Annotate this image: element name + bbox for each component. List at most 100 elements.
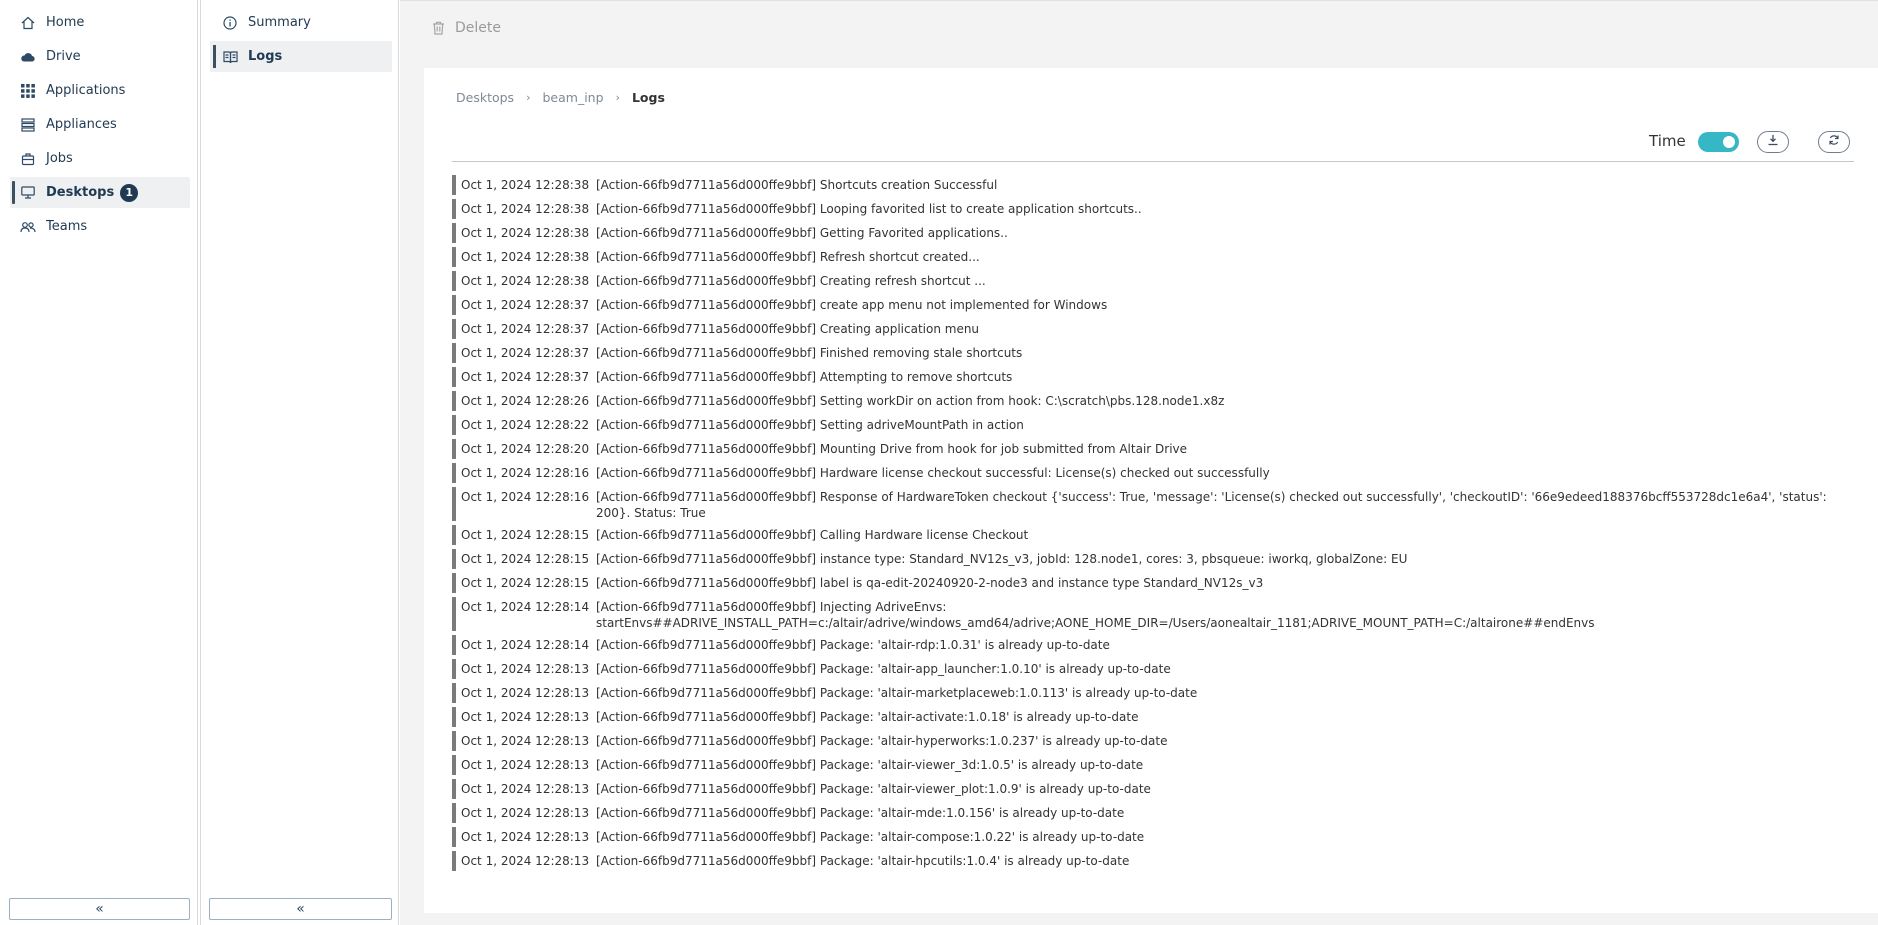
- log-message: [Action-66fb9d7711a56d000ffe9bbf] Refres…: [596, 250, 980, 264]
- log-message: [Action-66fb9d7711a56d000ffe9bbf] Gettin…: [596, 226, 1008, 240]
- breadcrumb-separator: ›: [615, 91, 620, 104]
- log-message: [Action-66fb9d7711a56d000ffe9bbf] Packag…: [596, 782, 1151, 796]
- toolbar: Delete: [400, 0, 1878, 55]
- desktops-count-badge: 1: [120, 183, 139, 202]
- log-row: Oct 1, 2024 12:28:16 [Action-66fb9d7711a5…: [452, 487, 1854, 521]
- log-row: Oct 1, 2024 12:28:38 [Action-66fb9d7711a5…: [452, 223, 1854, 243]
- log-timestamp: Oct 1, 2024 12:28:14: [461, 638, 590, 652]
- info-icon: [222, 15, 238, 31]
- grid-icon: [20, 83, 36, 99]
- log-timestamp: Oct 1, 2024 12:28:13: [461, 758, 590, 772]
- log-timestamp: Oct 1, 2024 12:28:13: [461, 782, 590, 796]
- log-timestamp: Oct 1, 2024 12:28:13: [461, 662, 590, 676]
- log-timestamp: Oct 1, 2024 12:28:37: [461, 322, 590, 336]
- log-timestamp: Oct 1, 2024 12:28:16: [461, 466, 590, 480]
- log-timestamp: Oct 1, 2024 12:28:20: [461, 442, 590, 456]
- log-row: Oct 1, 2024 12:28:13 [Action-66fb9d7711a5…: [452, 755, 1854, 775]
- log-row: Oct 1, 2024 12:28:13 [Action-66fb9d7711a5…: [452, 827, 1854, 847]
- refresh-icon: [1828, 134, 1840, 150]
- log-timestamp: Oct 1, 2024 12:28:13: [461, 854, 590, 868]
- log-row: Oct 1, 2024 12:28:14 [Action-66fb9d7711a5…: [452, 597, 1854, 631]
- nav-item-applications[interactable]: Applications: [10, 75, 190, 106]
- subnav-label: Summary: [248, 15, 311, 30]
- users-icon: [20, 219, 36, 235]
- time-toggle-label: Time: [1649, 132, 1686, 150]
- breadcrumb: Desktops › beam_inp › Logs: [456, 90, 665, 105]
- log-row: Oct 1, 2024 12:28:37 [Action-66fb9d7711a5…: [452, 367, 1854, 387]
- log-row: Oct 1, 2024 12:28:20 [Action-66fb9d7711a5…: [452, 439, 1854, 459]
- cloud-icon: [20, 49, 36, 65]
- log-timestamp: Oct 1, 2024 12:28:37: [461, 298, 590, 312]
- log-message: [Action-66fb9d7711a56d000ffe9bbf] Packag…: [596, 758, 1144, 772]
- log-row: Oct 1, 2024 12:28:26 [Action-66fb9d7711a5…: [452, 391, 1854, 411]
- log-row: Oct 1, 2024 12:28:15 [Action-66fb9d7711a5…: [452, 549, 1854, 569]
- sidebar-collapse-button[interactable]: «: [9, 898, 190, 920]
- nav-item-jobs[interactable]: Jobs: [10, 143, 190, 174]
- log-message: [Action-66fb9d7711a56d000ffe9bbf] label …: [596, 576, 1264, 590]
- breadcrumb-desktop-name[interactable]: beam_inp: [542, 90, 603, 105]
- refresh-button[interactable]: [1818, 131, 1850, 153]
- log-message: [Action-66fb9d7711a56d000ffe9bbf] Finish…: [596, 346, 1023, 360]
- nav-item-teams[interactable]: Teams: [10, 211, 190, 242]
- subnav-label: Logs: [248, 49, 283, 64]
- log-timestamp: Oct 1, 2024 12:28:13: [461, 806, 590, 820]
- main-content: Delete Desktops › beam_inp › Logs Time O…: [400, 0, 1878, 925]
- nav-item-desktops[interactable]: Desktops 1: [10, 177, 190, 208]
- log-message: [Action-66fb9d7711a56d000ffe9bbf] Packag…: [596, 854, 1130, 868]
- log-row: Oct 1, 2024 12:28:15 [Action-66fb9d7711a5…: [452, 525, 1854, 545]
- log-row: Oct 1, 2024 12:28:38 [Action-66fb9d7711a5…: [452, 175, 1854, 195]
- log-timestamp: Oct 1, 2024 12:28:14: [461, 600, 590, 614]
- time-toggle[interactable]: [1698, 132, 1739, 152]
- log-row: Oct 1, 2024 12:28:13 [Action-66fb9d7711a5…: [452, 779, 1854, 799]
- log-message: [Action-66fb9d7711a56d000ffe9bbf] Callin…: [596, 528, 1029, 542]
- log-row: Oct 1, 2024 12:28:38 [Action-66fb9d7711a5…: [452, 199, 1854, 219]
- log-timestamp: Oct 1, 2024 12:28:38: [461, 274, 590, 288]
- log-row: Oct 1, 2024 12:28:13 [Action-66fb9d7711a5…: [452, 707, 1854, 727]
- nav-item-home[interactable]: Home: [10, 7, 190, 38]
- log-row: Oct 1, 2024 12:28:14 [Action-66fb9d7711a5…: [452, 635, 1854, 655]
- log-row: Oct 1, 2024 12:28:13 [Action-66fb9d7711a5…: [452, 851, 1854, 871]
- nav-label: Jobs: [46, 151, 73, 166]
- nav-label: Teams: [46, 219, 88, 234]
- trash-icon: [432, 21, 446, 35]
- log-timestamp: Oct 1, 2024 12:28:15: [461, 552, 590, 566]
- appliances-icon: [20, 117, 36, 133]
- delete-button[interactable]: Delete: [432, 17, 501, 39]
- log-timestamp: Oct 1, 2024 12:28:13: [461, 734, 590, 748]
- log-timestamp: Oct 1, 2024 12:28:37: [461, 346, 590, 360]
- log-message: [Action-66fb9d7711a56d000ffe9bbf] Packag…: [596, 710, 1139, 724]
- log-row: Oct 1, 2024 12:28:16 [Action-66fb9d7711a5…: [452, 463, 1854, 483]
- log-message: [Action-66fb9d7711a56d000ffe9bbf] Creati…: [596, 274, 986, 288]
- subnav-collapse-button[interactable]: «: [209, 898, 392, 920]
- main-sidebar: Home Drive Applications Appliances Jobs …: [0, 0, 198, 925]
- log-message: [Action-66fb9d7711a56d000ffe9bbf] create…: [596, 298, 1108, 312]
- breadcrumb-desktops[interactable]: Desktops: [456, 90, 514, 105]
- log-row: Oct 1, 2024 12:28:37 [Action-66fb9d7711a5…: [452, 295, 1854, 315]
- log-row: Oct 1, 2024 12:28:15 [Action-66fb9d7711a5…: [452, 573, 1854, 593]
- log-message: [Action-66fb9d7711a56d000ffe9bbf] Hardwa…: [596, 466, 1270, 480]
- subnav-item-summary[interactable]: Summary: [210, 7, 392, 38]
- logs-panel: Desktops › beam_inp › Logs Time Oct 1, 2…: [424, 68, 1878, 913]
- breadcrumb-current: Logs: [631, 90, 665, 105]
- log-message: [Action-66fb9d7711a56d000ffe9bbf] Attemp…: [596, 370, 1013, 384]
- log-row: Oct 1, 2024 12:28:37 [Action-66fb9d7711a5…: [452, 343, 1854, 363]
- nav-item-appliances[interactable]: Appliances: [10, 109, 190, 140]
- header-divider: [452, 161, 1854, 162]
- log-timestamp: Oct 1, 2024 12:28:13: [461, 686, 590, 700]
- log-row: Oct 1, 2024 12:28:38 [Action-66fb9d7711a5…: [452, 271, 1854, 291]
- log-message: [Action-66fb9d7711a56d000ffe9bbf] Creati…: [596, 322, 980, 336]
- log-timestamp: Oct 1, 2024 12:28:37: [461, 370, 590, 384]
- log-message: [Action-66fb9d7711a56d000ffe9bbf] Shortc…: [596, 178, 998, 192]
- nav-label: Desktops: [46, 185, 115, 200]
- download-button[interactable]: [1757, 131, 1789, 153]
- log-message: [Action-66fb9d7711a56d000ffe9bbf] Packag…: [596, 686, 1198, 700]
- log-timestamp: Oct 1, 2024 12:28:38: [461, 226, 590, 240]
- nav-label: Drive: [46, 49, 81, 64]
- log-message: [Action-66fb9d7711a56d000ffe9bbf] Packag…: [596, 806, 1125, 820]
- download-icon: [1767, 134, 1779, 150]
- jobs-icon: [20, 151, 36, 167]
- log-list[interactable]: Oct 1, 2024 12:28:38 [Action-66fb9d7711a5…: [452, 175, 1854, 875]
- subnav-item-logs[interactable]: Logs: [210, 41, 392, 72]
- home-icon: [20, 15, 36, 31]
- nav-item-drive[interactable]: Drive: [10, 41, 190, 72]
